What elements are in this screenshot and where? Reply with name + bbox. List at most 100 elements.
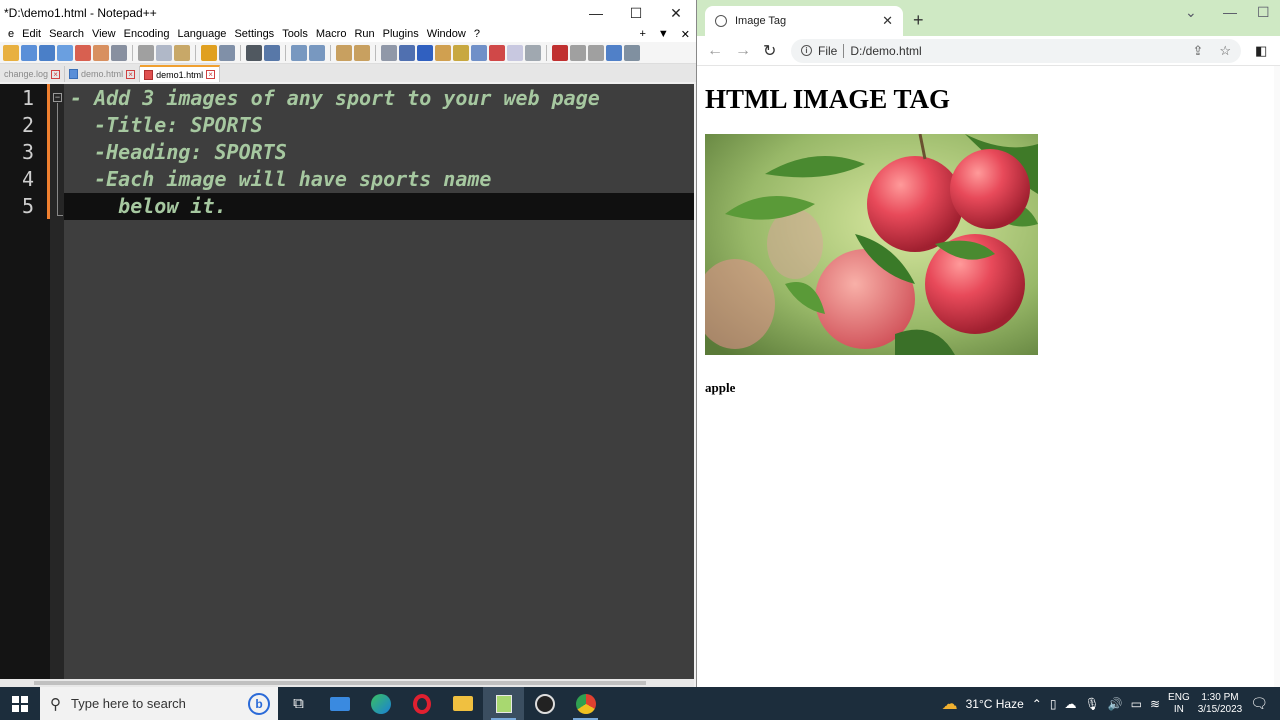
taskbar-obs[interactable] [524, 687, 565, 720]
zoom-out-icon[interactable] [309, 44, 325, 61]
menu-view[interactable]: View [88, 28, 120, 40]
close-all-icon[interactable] [93, 44, 109, 61]
new-tab-button[interactable]: + [913, 10, 924, 31]
windows-start-button[interactable] [0, 687, 40, 720]
onedrive-icon[interactable]: ☁ [1064, 697, 1076, 711]
menu-tools[interactable]: Tools [278, 28, 312, 40]
code-line[interactable]: below it. [70, 193, 226, 220]
copy-icon[interactable] [156, 44, 172, 61]
new-file-icon[interactable] [3, 44, 19, 61]
info-icon[interactable]: i [801, 45, 812, 56]
open-file-icon[interactable] [21, 44, 37, 61]
reload-icon[interactable]: ↻ [763, 41, 777, 61]
maximize-button[interactable]: ☐ [616, 0, 656, 26]
indent-guide-icon[interactable] [417, 44, 433, 61]
back-arrow-icon[interactable]: ← [707, 42, 723, 60]
share-icon[interactable]: ⇪ [1192, 43, 1203, 59]
address-bar[interactable]: i File D:/demo.html ⇪ ☆ [791, 38, 1241, 63]
save-macro-icon[interactable] [624, 44, 640, 61]
eye-icon[interactable] [525, 44, 541, 61]
monitor-icon[interactable] [507, 44, 523, 61]
close-button[interactable]: ✕ [656, 0, 696, 26]
save-icon[interactable] [39, 44, 55, 61]
task-view-button[interactable]: ⧉ [278, 687, 319, 720]
menu-edit[interactable]: Edit [18, 28, 45, 40]
menu-help[interactable]: ? [470, 28, 484, 40]
weather-icon[interactable]: ☁ [942, 694, 958, 714]
minimize-icon[interactable]: — [1223, 4, 1237, 20]
close-icon[interactable]: × [206, 70, 216, 79]
menu-macro[interactable]: Macro [312, 28, 351, 40]
close-icon[interactable] [75, 44, 91, 61]
menu-search[interactable]: Search [45, 28, 88, 40]
close-icon[interactable]: × [126, 69, 136, 79]
taskbar-notepadpp[interactable] [483, 687, 524, 720]
code-line[interactable]: -Title: SPORTS [70, 112, 263, 139]
taskbar-opera[interactable] [401, 687, 442, 720]
close-icon[interactable]: × [51, 69, 61, 79]
folder-workspace-icon[interactable] [489, 44, 505, 61]
menu-run[interactable]: Run [350, 28, 378, 40]
chevron-down-icon[interactable]: ⌄ [1185, 4, 1197, 21]
play-macro-icon[interactable] [588, 44, 604, 61]
taskbar-edge[interactable] [360, 687, 401, 720]
browser-tab[interactable]: Image Tag ✕ [705, 6, 903, 36]
stop-macro-icon[interactable] [570, 44, 586, 61]
device-icon[interactable]: ▯ [1050, 697, 1057, 711]
menu-language[interactable]: Language [173, 28, 230, 40]
replace-icon[interactable] [264, 44, 280, 61]
tab-demo1-html[interactable]: demo1.html × [140, 65, 221, 82]
minimize-button[interactable]: — [576, 0, 616, 26]
code-editor[interactable]: 1 2 3 4 5 − - Add 3 images of any sport … [0, 84, 694, 679]
print-icon[interactable] [111, 44, 127, 61]
battery-icon[interactable]: ▭ [1131, 697, 1142, 711]
menu-encoding[interactable]: Encoding [120, 28, 174, 40]
run-macro-multiple-icon[interactable] [606, 44, 622, 61]
find-icon[interactable] [246, 44, 262, 61]
fold-collapse-icon[interactable]: − [53, 93, 62, 102]
wifi-icon[interactable]: ≋ [1150, 697, 1160, 711]
microphone-icon[interactable]: 🎙 [1084, 697, 1099, 711]
code-line[interactable]: -Heading: SPORTS [70, 139, 287, 166]
notification-icon[interactable]: 🗨 [1250, 695, 1268, 712]
word-wrap-icon[interactable] [381, 44, 397, 61]
taskbar-chrome[interactable] [565, 687, 606, 720]
paste-icon[interactable] [174, 44, 190, 61]
language-indicator[interactable]: ENG IN [1168, 692, 1190, 716]
code-line[interactable]: - Add 3 images of any sport to your web … [70, 85, 600, 112]
tab-change-log[interactable]: change.log × [0, 66, 66, 82]
zoom-in-icon[interactable] [291, 44, 307, 61]
undo-icon[interactable] [201, 44, 217, 61]
doc-map-icon[interactable] [453, 44, 469, 61]
taskbar-file-explorer[interactable] [442, 687, 483, 720]
forward-arrow-icon[interactable]: → [735, 42, 751, 60]
vertical-scrollbar[interactable] [1274, 66, 1280, 687]
function-list-icon[interactable] [471, 44, 487, 61]
star-icon[interactable]: ☆ [1219, 43, 1231, 59]
new-tab-button[interactable]: + [639, 28, 645, 41]
close-doc-button[interactable]: ✕ [681, 28, 690, 41]
menu-plugins[interactable]: Plugins [379, 28, 423, 40]
tab-demo-html[interactable]: demo.html × [65, 66, 141, 82]
menu-settings[interactable]: Settings [230, 28, 278, 40]
record-macro-icon[interactable] [552, 44, 568, 61]
save-all-icon[interactable] [57, 44, 73, 61]
code-line[interactable]: -Each image will have sports name [70, 166, 491, 193]
restore-icon[interactable]: ☐ [1257, 4, 1270, 21]
side-panel-icon[interactable]: ◧ [1255, 43, 1267, 59]
taskbar-mail[interactable] [319, 687, 360, 720]
close-tab-icon[interactable]: ✕ [882, 13, 893, 29]
show-all-chars-icon[interactable] [399, 44, 415, 61]
menu-window[interactable]: Window [423, 28, 470, 40]
url-text[interactable]: D:/demo.html [850, 44, 1176, 58]
weather-text[interactable]: 31°C Haze [966, 697, 1024, 711]
menu-file[interactable]: e [4, 28, 18, 40]
sync-v-icon[interactable] [336, 44, 352, 61]
chevron-up-icon[interactable]: ⌃ [1032, 697, 1042, 711]
redo-icon[interactable] [219, 44, 235, 61]
volume-icon[interactable]: 🔊 [1108, 697, 1123, 711]
horizontal-scrollbar[interactable] [0, 679, 694, 687]
sync-h-icon[interactable] [354, 44, 370, 61]
bing-icon[interactable]: b [248, 692, 270, 715]
clock[interactable]: 1:30 PM 3/15/2023 [1198, 692, 1243, 716]
